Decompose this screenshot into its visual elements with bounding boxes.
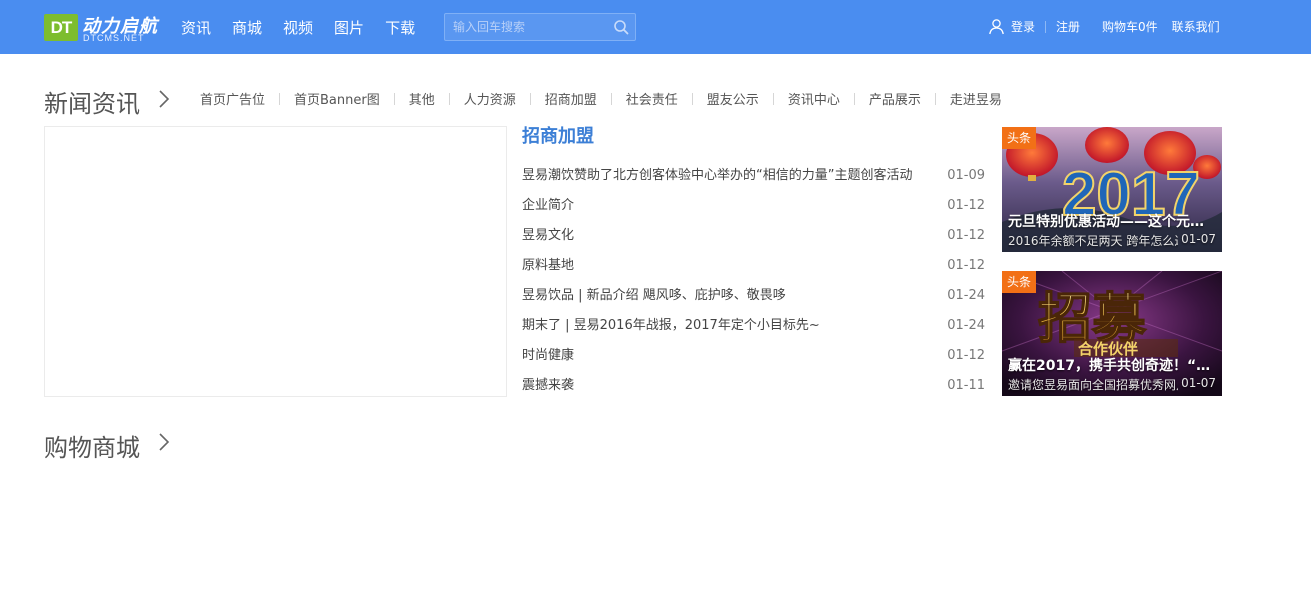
headline-tag: 头条 xyxy=(1002,271,1036,293)
list-item[interactable]: 昱易饮品 | 新品介绍 飓风哆、庇护哆、敬畏哆 01-24 xyxy=(522,285,985,315)
list-item-date: 01-12 xyxy=(947,228,985,243)
list-item-date: 01-09 xyxy=(947,168,985,183)
logo-badge-text: DT xyxy=(50,18,73,37)
divider xyxy=(448,92,450,105)
nav-item-mall[interactable]: 商城 xyxy=(232,17,262,38)
category-products[interactable]: 产品展示 xyxy=(869,89,921,108)
list-item[interactable]: 震撼来袭 01-11 xyxy=(522,375,985,405)
logo-badge: DT xyxy=(44,14,78,41)
list-item-date: 01-12 xyxy=(947,258,985,273)
divider xyxy=(1045,20,1047,33)
logo-domain-text: DTCMS.NET xyxy=(83,33,145,43)
divider xyxy=(853,92,855,105)
shop-section-title[interactable]: 购物商城 xyxy=(44,428,140,463)
divider xyxy=(393,92,395,105)
nav-item-download[interactable]: 下载 xyxy=(385,17,415,38)
divider xyxy=(529,92,531,105)
banner-slider[interactable] xyxy=(44,126,507,397)
nav-item-photos[interactable]: 图片 xyxy=(334,17,364,38)
category-about[interactable]: 走进昱易 xyxy=(950,89,1002,108)
divider xyxy=(691,92,693,105)
category-hr[interactable]: 人力资源 xyxy=(464,89,516,108)
category-info-center[interactable]: 资讯中心 xyxy=(788,89,840,108)
user-icon xyxy=(989,19,1004,35)
cart-link[interactable]: 购物车0件 xyxy=(1102,18,1158,35)
headline-card[interactable]: 招募 合作伙伴 头条 赢在2017，携手共创奇迹！“招募合作伙伴” 邀请您昱易面… xyxy=(1002,271,1222,396)
list-item[interactable]: 原料基地 01-12 xyxy=(522,255,985,285)
register-link[interactable]: 注册 xyxy=(1056,18,1080,35)
list-item-date: 01-12 xyxy=(947,348,985,363)
list-item-date: 01-11 xyxy=(947,378,985,393)
category-social[interactable]: 社会责任 xyxy=(626,89,678,108)
list-item-date: 01-12 xyxy=(947,198,985,213)
nav-item-news[interactable]: 资讯 xyxy=(181,17,211,38)
category-franchise[interactable]: 招商加盟 xyxy=(545,89,597,108)
site-logo[interactable]: DT 动力启航 DTCMS.NET xyxy=(44,13,157,43)
category-alliance[interactable]: 盟友公示 xyxy=(707,89,759,108)
category-nav: 首页广告位 首页Banner图 其他 人力资源 招商加盟 社会责任 盟友公示 资… xyxy=(200,89,1002,108)
search-input[interactable] xyxy=(453,19,603,35)
list-item-title[interactable]: 企业简介 xyxy=(522,195,942,217)
news-list: 昱易潮饮赞助了北方创客体验中心举办的“相信的力量”主题创客活动 01-09 企业简… xyxy=(522,165,985,405)
chevron-right-icon[interactable] xyxy=(157,89,171,109)
list-item[interactable]: 昱易潮饮赞助了北方创客体验中心举办的“相信的力量”主题创客活动 01-09 xyxy=(522,165,985,195)
headline-card-summary: 邀请您昱易面向全国招募优秀网点 xyxy=(1008,378,1178,392)
list-item-title[interactable]: 原料基地 xyxy=(522,255,942,277)
divider xyxy=(610,92,612,105)
headline-card-summary: 2016年余额不足两天 跨年怎么过 xyxy=(1008,234,1178,248)
top-header: DT 动力启航 DTCMS.NET 资讯 商城 视频 图片 下载 登录 注册 购… xyxy=(0,0,1311,54)
category-banner[interactable]: 首页Banner图 xyxy=(294,89,380,108)
headline-card-date: 01-07 xyxy=(1181,376,1216,390)
list-item[interactable]: 时尚健康 01-12 xyxy=(522,345,985,375)
search-box xyxy=(444,13,636,41)
headline-card[interactable]: 2017 头条 元旦特别优惠活动——这个元旦来喝一杯 2016年余额不足两天 跨… xyxy=(1002,127,1222,252)
search-icon[interactable] xyxy=(613,19,629,35)
headline-card-title[interactable]: 赢在2017，携手共创奇迹！“招募合作伙伴” xyxy=(1008,355,1216,375)
list-item-title[interactable]: 昱易饮品 | 新品介绍 飓风哆、庇护哆、敬畏哆 xyxy=(522,285,942,307)
headline-card-title[interactable]: 元旦特别优惠活动——这个元旦来喝一杯 xyxy=(1008,211,1216,231)
list-item[interactable]: 昱易文化 01-12 xyxy=(522,225,985,255)
news-list-heading[interactable]: 招商加盟 xyxy=(522,124,985,154)
list-item-title[interactable]: 昱易文化 xyxy=(522,225,942,247)
chevron-right-icon[interactable] xyxy=(157,432,171,452)
list-item-title[interactable]: 昱易潮饮赞助了北方创客体验中心举办的“相信的力量”主题创客活动 xyxy=(522,165,942,187)
list-item-date: 01-24 xyxy=(947,318,985,333)
list-item[interactable]: 期末了 | 昱易2016年战报，2017年定个小目标先~ 01-24 xyxy=(522,315,985,345)
list-item-title[interactable]: 震撼来袭 xyxy=(522,375,942,397)
main-nav: 资讯 商城 视频 图片 下载 xyxy=(181,17,436,38)
list-item-title[interactable]: 期末了 | 昱易2016年战报，2017年定个小目标先~ xyxy=(522,315,942,337)
category-other[interactable]: 其他 xyxy=(409,89,435,108)
divider xyxy=(772,92,774,105)
divider xyxy=(934,92,936,105)
list-item-title[interactable]: 时尚健康 xyxy=(522,345,942,367)
news-list-panel: 招商加盟 昱易潮饮赞助了北方创客体验中心举办的“相信的力量”主题创客活动 01-0… xyxy=(522,124,985,393)
headline-card-date: 01-07 xyxy=(1181,232,1216,246)
list-item[interactable]: 企业简介 01-12 xyxy=(522,195,985,225)
divider xyxy=(279,92,281,105)
contact-link[interactable]: 联系我们 xyxy=(1172,18,1220,35)
category-ad-slot[interactable]: 首页广告位 xyxy=(200,89,265,108)
list-item-date: 01-24 xyxy=(947,288,985,303)
nav-item-video[interactable]: 视频 xyxy=(283,17,313,38)
news-section-title[interactable]: 新闻资讯 xyxy=(44,84,140,119)
user-nav: 登录 注册 购物车0件 联系我们 xyxy=(988,18,1220,35)
headline-tag: 头条 xyxy=(1002,127,1036,149)
login-link[interactable]: 登录 xyxy=(1011,18,1035,35)
